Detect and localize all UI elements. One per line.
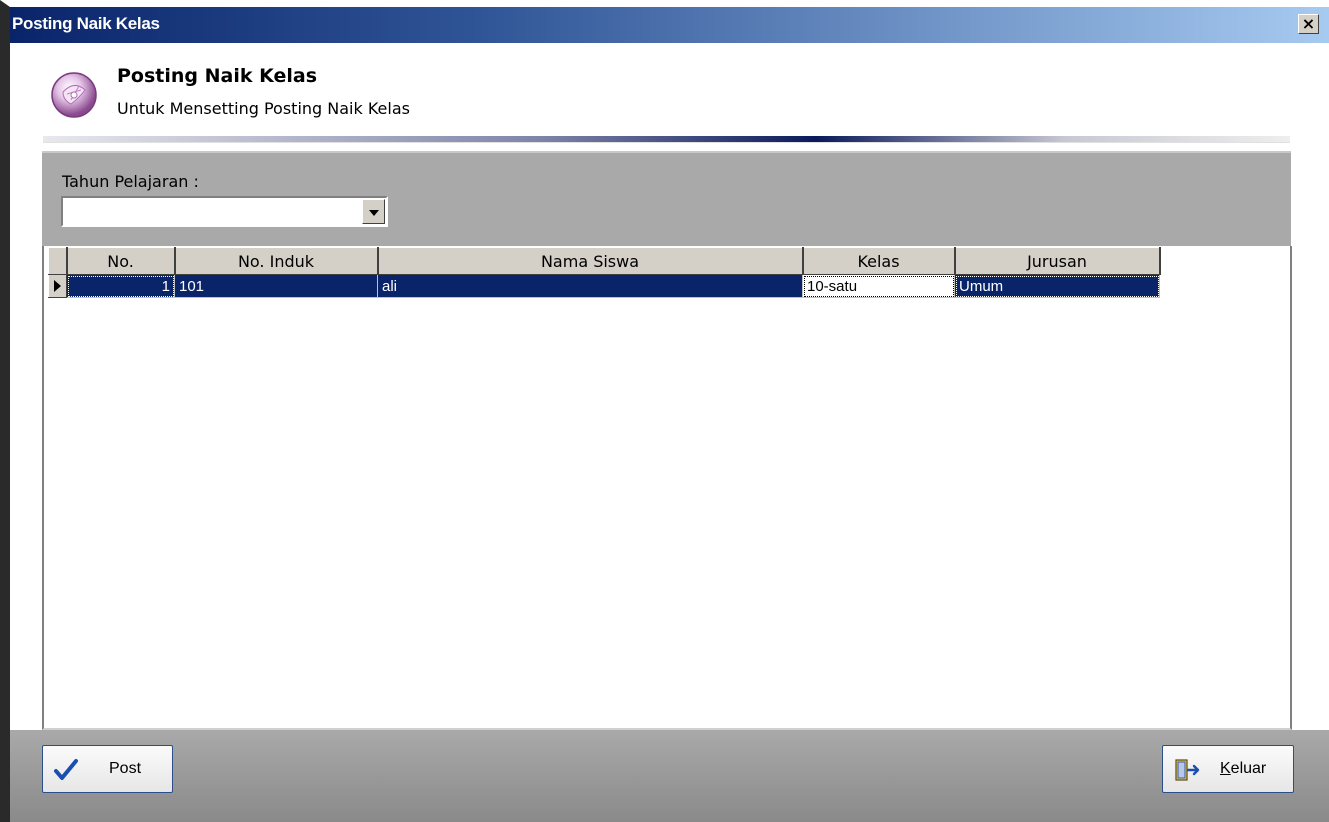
button-bar — [10, 730, 1329, 822]
header-title: Posting Naik Kelas — [117, 65, 318, 87]
students-grid[interactable]: No. No. Induk Nama Siswa Kelas Jurusan 1… — [42, 246, 1292, 730]
grid-header-row: No. No. Induk Nama Siswa Kelas Jurusan — [48, 247, 1161, 275]
check-icon — [54, 759, 78, 780]
cell-nama-siswa[interactable]: ali — [377, 274, 803, 298]
post-button-label: Post — [109, 760, 142, 777]
column-header-nama-siswa[interactable]: Nama Siswa — [377, 247, 804, 275]
column-header-jurusan[interactable]: Jurusan — [954, 247, 1161, 275]
row-indicator-icon[interactable] — [48, 274, 67, 298]
tahun-pelajaran-label: Tahun Pelajaran : — [62, 172, 199, 191]
title-bar[interactable]: Posting Naik Kelas × — [10, 7, 1329, 43]
posting-logo-icon — [51, 72, 97, 118]
column-header-kelas[interactable]: Kelas — [802, 247, 956, 275]
cell-jurusan[interactable]: Umum — [954, 274, 1160, 298]
tahun-pelajaran-combobox[interactable] — [61, 196, 388, 227]
close-button[interactable]: × — [1298, 14, 1319, 34]
keluar-accelerator: K — [1220, 760, 1231, 777]
post-button[interactable]: Post — [42, 745, 173, 793]
grid-corner-cell — [48, 247, 68, 275]
table-row[interactable]: 1 101 ali 10-satu Umum — [48, 274, 1160, 298]
cell-no[interactable]: 1 — [66, 274, 175, 298]
keluar-button[interactable]: Keluar — [1162, 745, 1294, 793]
exit-door-icon — [1175, 759, 1200, 781]
header-subtitle: Untuk Mensetting Posting Naik Kelas — [117, 99, 410, 118]
cell-kelas[interactable]: 10-satu — [802, 274, 955, 298]
column-header-no-induk[interactable]: No. Induk — [174, 247, 379, 275]
column-header-no[interactable]: No. — [66, 247, 176, 275]
header-divider — [43, 136, 1290, 143]
keluar-button-label: Keluar — [1220, 760, 1266, 778]
grid-table: No. No. Induk Nama Siswa Kelas Jurusan 1… — [48, 247, 1161, 298]
chevron-down-icon[interactable] — [362, 199, 385, 224]
close-icon: × — [1301, 14, 1316, 33]
keluar-rest: eluar — [1230, 760, 1267, 777]
cell-no-induk[interactable]: 101 — [174, 274, 378, 298]
window-title: Posting Naik Kelas — [12, 14, 160, 33]
